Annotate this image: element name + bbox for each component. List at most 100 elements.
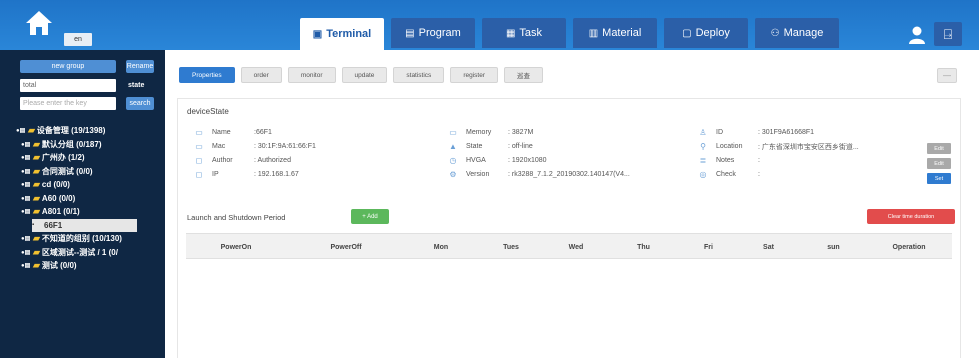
- info-name: ▭ Name :66F1: [195, 128, 272, 137]
- expand-icon[interactable]: ●▤: [21, 249, 31, 256]
- tab-manage[interactable]: ⚇ Manage: [755, 18, 839, 48]
- subtab-monitor[interactable]: monitor: [287, 67, 336, 83]
- tree-node-label: 默认分组 (0/187): [41, 139, 102, 149]
- expand-icon[interactable]: ●▤: [16, 127, 26, 134]
- subtab-order[interactable]: order: [240, 67, 282, 83]
- id-card-icon: ▭: [195, 128, 203, 137]
- expand-icon[interactable]: ●▤: [21, 154, 31, 161]
- state-icon: ▲: [449, 142, 457, 151]
- column-header: Sat: [763, 243, 774, 251]
- subtab-update[interactable]: update: [341, 67, 388, 83]
- folder-icon: ▰: [33, 179, 40, 190]
- info-hvga: ◷ HVGA : 1920x1080: [449, 156, 547, 165]
- period-table-header: PowerOn PowerOff Mon Tues Wed Thu Fri Sa…: [186, 233, 952, 259]
- column-header: PowerOff: [330, 243, 362, 251]
- sidebar: new group Rename total state Please ente…: [0, 50, 165, 358]
- memory-icon: ▭: [449, 128, 457, 137]
- id-icon: ♙: [699, 128, 707, 137]
- main-panel: Properties order monitor update statisti…: [165, 50, 979, 358]
- search-input[interactable]: Please enter the key: [20, 97, 116, 110]
- column-header: Thu: [637, 243, 650, 251]
- tree-node-label: 区域测试--测试 / 1 (0/: [41, 247, 118, 257]
- expand-icon[interactable]: ●▤: [21, 141, 31, 148]
- tab-task[interactable]: ▦ Task: [482, 18, 566, 48]
- tree-node[interactable]: ●▤ ▰ 默认分组 (0/187): [16, 138, 137, 152]
- deploy-icon: ▢: [682, 27, 692, 39]
- set-check-button[interactable]: Set: [927, 173, 951, 184]
- tree-node[interactable]: ●▤ ▰ 合同测试 (0/0): [16, 165, 137, 179]
- subtab-statistics[interactable]: statistics: [393, 67, 445, 83]
- info-id: ♙ ID : 301F9A61668F1: [699, 128, 815, 137]
- tab-label: Terminal: [326, 28, 372, 40]
- column-header: Tues: [503, 243, 519, 251]
- column-header: sun: [827, 243, 840, 251]
- info-author: ◻ Author : Authorized: [195, 156, 291, 165]
- new-group-button[interactable]: new group: [20, 60, 116, 73]
- check-icon: ◎: [699, 170, 707, 179]
- tree-node-label: 广州办 (1/2): [41, 153, 85, 163]
- rename-button[interactable]: Rename: [126, 60, 154, 73]
- tree-node[interactable]: ●▤ ▰ 不知道的组别 (10/130): [16, 232, 137, 246]
- column-header: Mon: [433, 243, 449, 251]
- expand-icon[interactable]: ●▤: [21, 262, 31, 269]
- tree-node-root[interactable]: ●▤ ▰ 设备管理 (19/1398): [16, 124, 137, 138]
- main-nav: ▣ Terminal ▤ Program ▦ Task ▥ Material ▢…: [300, 18, 839, 50]
- shield-icon: ◻: [195, 156, 203, 165]
- column-header: Fri: [704, 243, 713, 251]
- task-icon: ▦: [505, 27, 516, 39]
- add-period-button[interactable]: + Add: [351, 209, 389, 224]
- network-icon: ◻: [195, 170, 203, 179]
- tab-label: Deploy: [695, 27, 730, 39]
- subtab-register[interactable]: register: [450, 67, 498, 83]
- user-icon[interactable]: [908, 26, 926, 44]
- subtab-properties[interactable]: Properties: [179, 67, 235, 83]
- material-icon: ▥: [588, 27, 599, 39]
- info-check: ◎ Check :: [699, 170, 760, 179]
- info-ip: ◻ IP : 192.168.1.67: [195, 170, 299, 179]
- collapse-icon[interactable]: ●▤: [21, 208, 31, 215]
- tree-node[interactable]: ●▤ ▰ cd (0/0): [16, 178, 137, 192]
- info-mac: ▭ Mac : 30:1F:9A:61:66:F1: [195, 142, 316, 151]
- tree-node-selected[interactable]: ▪ 66F1: [32, 218, 137, 232]
- tree-node[interactable]: ●▤ ▰ 广州办 (1/2): [16, 151, 137, 165]
- tab-material[interactable]: ▥ Material: [573, 18, 657, 48]
- tree-node-label: 测试 (0/0): [41, 261, 77, 271]
- expand-icon[interactable]: ●▤: [21, 195, 31, 202]
- tree-node[interactable]: ●▤ ▰ A60 (0/0): [16, 192, 137, 206]
- program-icon: ▤: [405, 27, 415, 39]
- home-icon[interactable]: [24, 9, 54, 37]
- folder-icon: ▰: [28, 125, 35, 136]
- folder-icon: ▰: [33, 233, 40, 244]
- tab-label: Task: [519, 27, 543, 39]
- manage-icon: ⚇: [770, 27, 780, 39]
- period-title: Launch and Shutdown Period: [187, 213, 286, 222]
- collapse-icon[interactable]: —: [937, 68, 957, 83]
- expand-icon[interactable]: ●▤: [21, 181, 31, 188]
- tab-deploy[interactable]: ▢ Deploy: [664, 18, 748, 48]
- tree-node[interactable]: ●▤ ▰ 区域测试--测试 / 1 (0/: [16, 246, 137, 260]
- edit-notes-button[interactable]: Edit: [927, 158, 951, 169]
- info-memory: ▭ Memory : 3827M: [449, 128, 534, 137]
- search-button[interactable]: search: [126, 97, 154, 110]
- tree-node[interactable]: ●▤ ▰ A801 (0/1): [16, 205, 137, 219]
- clear-duration-button[interactable]: Clear time duration: [867, 209, 955, 224]
- expand-icon[interactable]: ●▤: [21, 168, 31, 175]
- filter-select[interactable]: total: [20, 79, 116, 92]
- notes-icon: ≣: [699, 156, 707, 165]
- subtab-inspection[interactable]: 巡查: [504, 67, 543, 83]
- system-label[interactable]: en: [64, 33, 92, 46]
- edit-location-button[interactable]: Edit: [927, 143, 951, 154]
- info-location: ⚲ Location : 广东省深圳市宝安区西乡街道...: [698, 141, 859, 152]
- logout-icon[interactable]: ⍈: [934, 22, 962, 46]
- tab-label: Program: [418, 27, 461, 39]
- tree-node-label: 66F1: [44, 220, 63, 230]
- location-icon: ⚲: [700, 142, 706, 151]
- tab-terminal[interactable]: ▣ Terminal: [300, 18, 384, 50]
- device-tree: ●▤ ▰ 设备管理 (19/1398) ●▤ ▰ 默认分组 (0/187) ●▤…: [16, 124, 137, 273]
- tree-node[interactable]: ●▤ ▰ 测试 (0/0): [16, 259, 137, 273]
- expand-icon[interactable]: ●▤: [21, 235, 31, 242]
- device-state-title: deviceState: [187, 107, 229, 116]
- monitor-icon: ▭: [195, 142, 203, 151]
- tab-program[interactable]: ▤ Program: [391, 18, 475, 48]
- column-header: PowerOn: [220, 243, 252, 251]
